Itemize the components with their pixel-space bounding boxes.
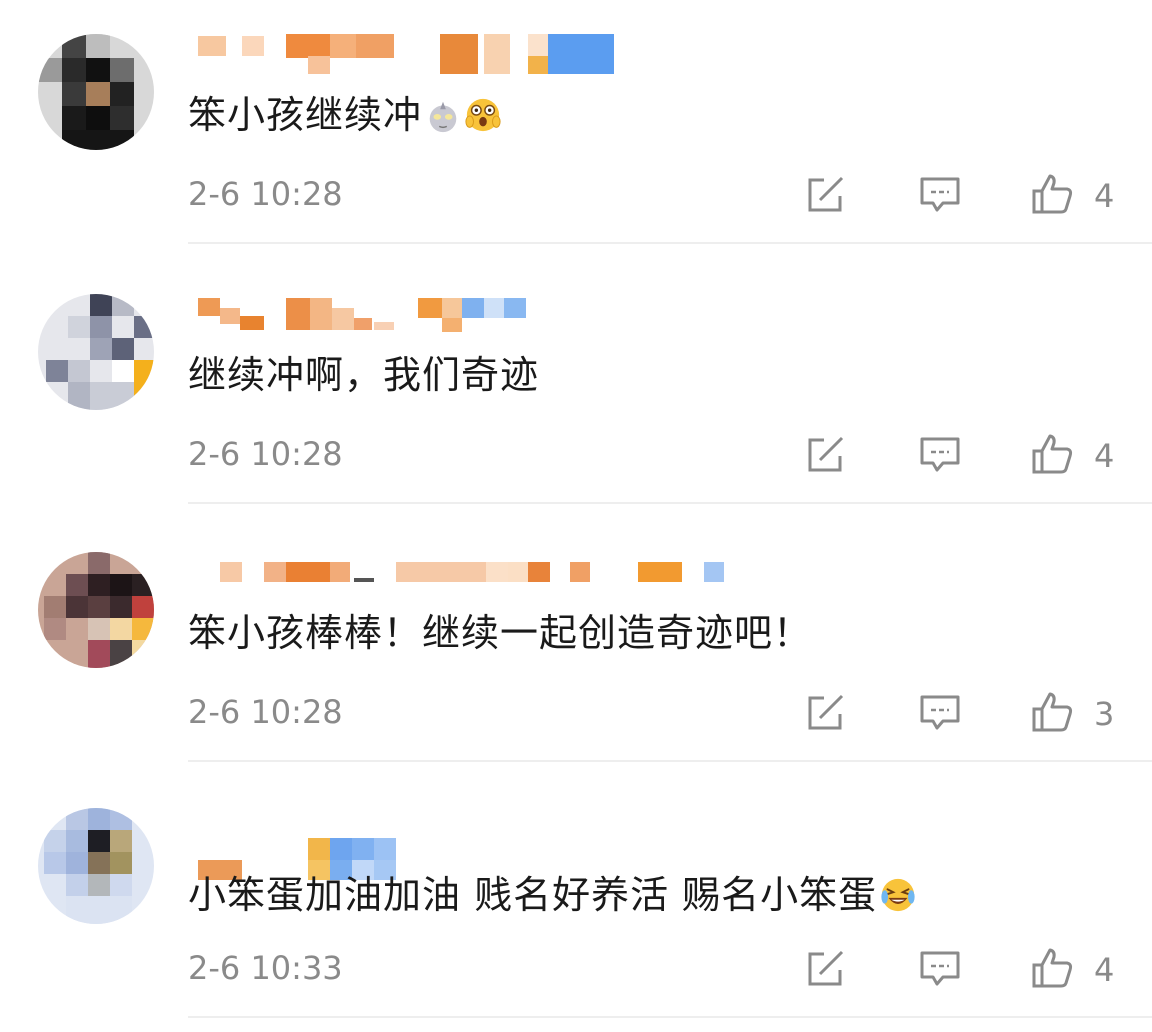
like-count: 4	[1094, 177, 1115, 215]
edit-share-icon	[808, 694, 844, 730]
like-button[interactable]	[1030, 690, 1074, 734]
edit-share-icon	[808, 950, 844, 986]
thumbs-up-icon	[1032, 174, 1073, 214]
avatar[interactable]	[38, 808, 154, 924]
comment-timestamp: 2-6 10:28	[188, 435, 343, 473]
edit-share-icon	[808, 176, 844, 212]
comment-item: 笨小孩棒棒！继续一起创造奇迹吧！ 2-6 10:28 3	[0, 518, 1152, 776]
thumbs-up-icon	[1032, 948, 1073, 988]
like-button[interactable]	[1030, 172, 1074, 216]
share-button[interactable]	[804, 432, 848, 476]
like-count: 4	[1094, 951, 1115, 989]
ultraman-emoji	[429, 101, 457, 133]
comment-bubble-icon	[920, 951, 960, 986]
reply-button[interactable]	[918, 432, 962, 476]
comment-text-content: 笨小孩棒棒！继续一起创造奇迹吧！	[188, 611, 813, 655]
reply-button[interactable]	[918, 946, 962, 990]
comment-text: 继续冲啊，我们奇迹	[188, 350, 539, 400]
comment-timestamp: 2-6 10:28	[188, 175, 343, 213]
comment-item: 笨小孩继续冲 2-6 10:28 4	[0, 0, 1152, 258]
comment-bubble-icon	[920, 437, 960, 472]
share-button[interactable]	[804, 690, 848, 734]
reply-button[interactable]	[918, 172, 962, 216]
comment-bubble-icon	[920, 177, 960, 212]
divider	[188, 760, 1152, 762]
username-blurred[interactable]	[190, 294, 650, 336]
divider	[188, 502, 1152, 504]
username-blurred[interactable]	[190, 552, 724, 594]
thumbs-up-icon	[1032, 434, 1073, 474]
like-button[interactable]	[1030, 432, 1074, 476]
reply-button[interactable]	[918, 690, 962, 734]
avatar[interactable]	[38, 34, 154, 150]
like-count: 3	[1094, 695, 1115, 733]
thumbs-up-icon	[1032, 692, 1073, 732]
laughing-crying-face-emoji	[881, 878, 915, 912]
comment-timestamp: 2-6 10:33	[188, 949, 343, 987]
comment-text-content: 继续冲啊，我们奇迹	[188, 353, 540, 397]
comment-item: 继续冲啊，我们奇迹 2-6 10:28 4	[0, 260, 1152, 518]
avatar[interactable]	[38, 552, 154, 668]
comment-text: 小笨蛋加油加油 贱名好养活 赐名小笨蛋	[188, 870, 917, 920]
divider	[188, 1016, 1152, 1018]
comment-item: 小笨蛋加油加油 贱名好养活 赐名小笨蛋 2-6 10:33 4	[0, 774, 1152, 1032]
share-button[interactable]	[804, 172, 848, 216]
comment-text-content: 小笨蛋加油加油 贱名好养活 赐名小笨蛋	[188, 873, 878, 917]
like-button[interactable]	[1030, 946, 1074, 990]
edit-share-icon	[808, 436, 844, 472]
shocked-face-emoji	[465, 98, 501, 132]
divider	[188, 242, 1152, 244]
comment-timestamp: 2-6 10:28	[188, 693, 343, 731]
avatar[interactable]	[38, 294, 154, 410]
comment-text: 笨小孩棒棒！继续一起创造奇迹吧！	[188, 608, 812, 658]
share-button[interactable]	[804, 946, 848, 990]
comment-bubble-icon	[920, 695, 960, 730]
comment-text: 笨小孩继续冲	[188, 90, 502, 140]
username-blurred[interactable]	[190, 34, 650, 76]
username-blurred[interactable]	[190, 808, 650, 880]
like-count: 4	[1094, 437, 1115, 475]
comment-text-content: 笨小孩继续冲	[188, 93, 423, 137]
